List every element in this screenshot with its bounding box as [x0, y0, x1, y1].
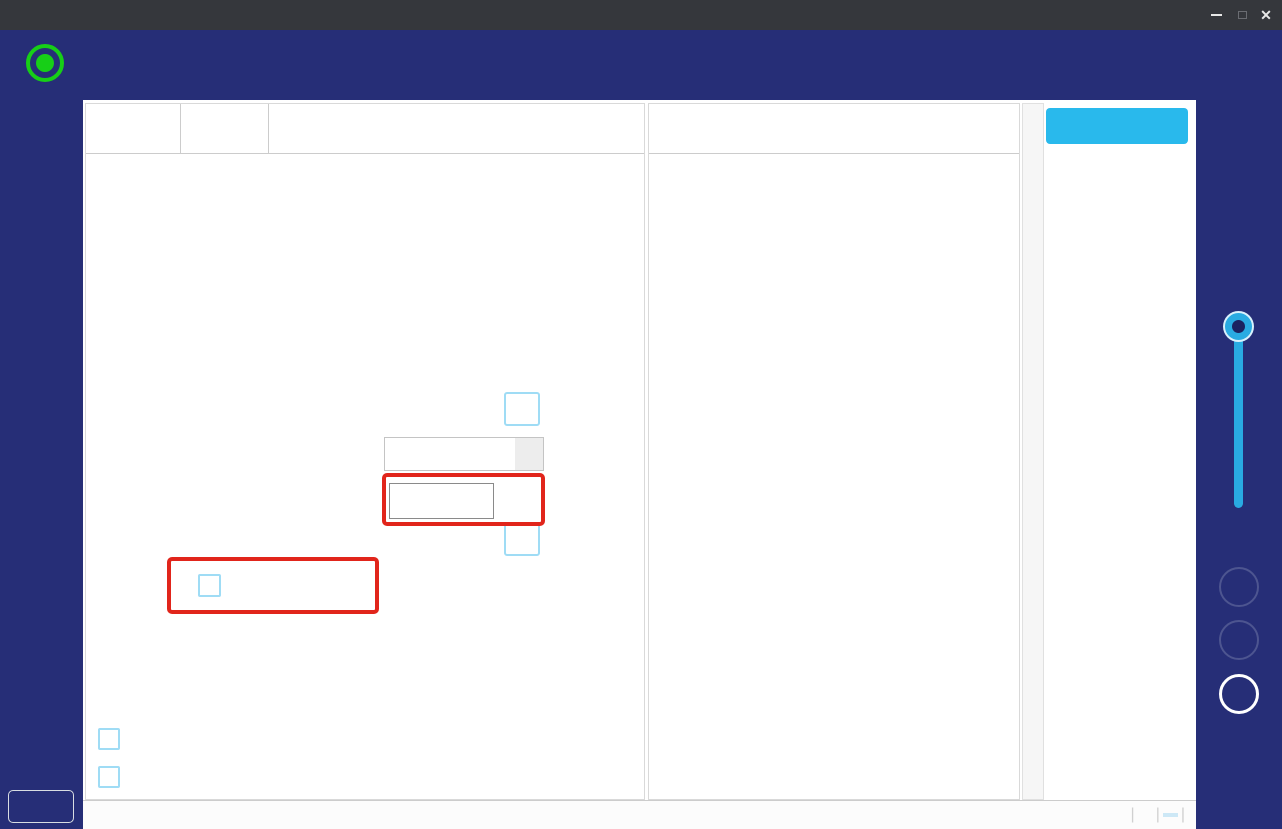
top-bar [0, 30, 1282, 100]
separator: | [1155, 806, 1160, 823]
separator: | [1130, 806, 1135, 823]
task-line [663, 40, 675, 57]
annotation-box-height [382, 473, 545, 526]
step-mode-status[interactable] [1113, 813, 1128, 817]
minimize-button[interactable] [1202, 0, 1230, 30]
title-bar: ✕ [0, 0, 1282, 30]
step-forward-button[interactable] [1219, 567, 1259, 607]
mode-indicator[interactable] [26, 44, 64, 82]
counter-edit-button[interactable] [504, 522, 540, 556]
file-manager-button[interactable] [1162, 813, 1178, 817]
tab-monitor[interactable] [181, 104, 269, 154]
minimize-icon [1210, 14, 1222, 16]
annotation-box-remember [167, 557, 379, 614]
chevron-down-icon [515, 438, 543, 470]
left-sidebar [0, 100, 83, 829]
panel-collapse-strip[interactable] [1022, 103, 1044, 800]
robot-programming-window: ✕ | | | [0, 0, 1282, 829]
close-icon: ✕ [1260, 6, 1272, 23]
tab-instruction[interactable] [86, 104, 181, 154]
collision-detection-status[interactable] [1138, 813, 1153, 817]
instruction-panel [85, 103, 645, 800]
stop-button[interactable] [1219, 620, 1259, 660]
frame-select[interactable] [384, 437, 544, 471]
maximize-icon [1237, 11, 1247, 19]
name-edit-button[interactable] [504, 392, 540, 426]
right-control-bar [1196, 100, 1282, 829]
speed-slider-handle[interactable] [1225, 313, 1252, 340]
status-badge-button[interactable] [8, 790, 74, 823]
pre-palletize-op-checkbox[interactable] [98, 728, 120, 750]
post-palletize-op-checkbox[interactable] [98, 766, 120, 788]
program-tree-panel [648, 103, 1020, 800]
panel-tabs [86, 104, 644, 154]
status-bar: | | | [83, 800, 1196, 829]
separator: | [1180, 806, 1185, 823]
library-group-basic[interactable] [1046, 108, 1188, 144]
speed-slider-track[interactable] [1234, 326, 1243, 508]
instruction-library [1046, 103, 1188, 800]
close-button[interactable]: ✕ [1252, 0, 1280, 30]
mode-indicator-dot [36, 54, 54, 72]
play-button[interactable] [1219, 674, 1259, 714]
tree-toolbar [649, 104, 1019, 154]
config-line [663, 76, 675, 93]
